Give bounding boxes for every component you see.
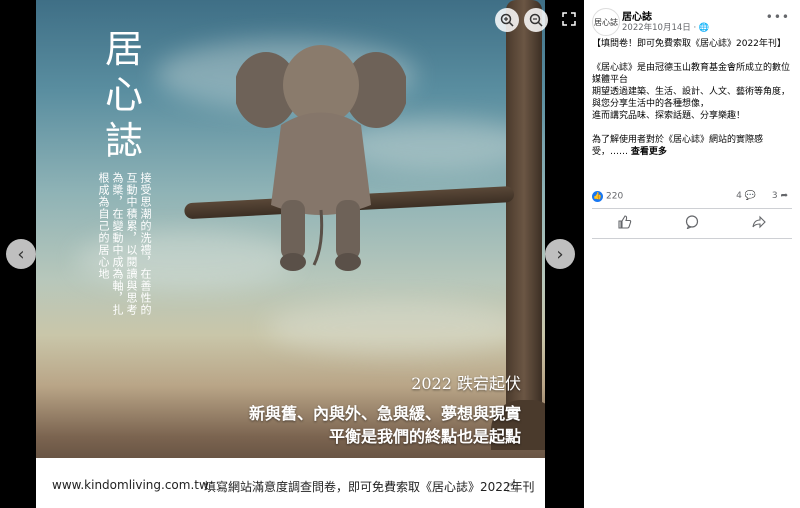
image-footer: www.kindomliving.com.tw 填寫網站滿意度調查問卷，即可免費… — [36, 458, 545, 508]
slogan-year: 2022 跌宕起伏 — [411, 374, 521, 393]
divider — [592, 208, 792, 209]
post-sidebar: 居心誌 居心誌 2022年10月14日 · 🌐 ••• 【填問卷！即可免費索取《… — [584, 0, 800, 508]
share-icon — [752, 215, 766, 229]
share-arrow-icon: ➦ — [780, 191, 788, 201]
divider — [592, 238, 792, 239]
thumbs-up-icon — [618, 215, 632, 229]
next-photo-button[interactable]: › — [545, 239, 575, 269]
magazine-title: 居 心 誌 — [100, 26, 148, 164]
reactions-bar: 👍 220 4 💬 3 ➦ — [592, 191, 792, 205]
slogan-line: 新與舊、內與外、急與緩、夢想與現實 — [248, 404, 521, 423]
elephant-illustration — [236, 45, 406, 271]
zoom-out-button[interactable] — [524, 8, 548, 32]
post-text: 【填問卷！即可免費索取《居心誌》2022年刊】 《居心誌》是由冠德玉山教育基金會… — [592, 38, 792, 170]
title-char: 誌 — [104, 119, 143, 163]
hand-pointer-icon: ☝ — [506, 476, 517, 497]
reactions-count[interactable]: 220 — [606, 192, 623, 202]
post-timestamp[interactable]: 2022年10月14日 · 🌐 — [622, 21, 709, 33]
post-header: 居心誌 居心誌 2022年10月14日 · 🌐 ••• — [584, 0, 800, 36]
shares-count[interactable]: 3 ➦ — [772, 191, 788, 201]
post-paragraph: 【填問卷！即可免費索取《居心誌》2022年刊】 — [592, 39, 786, 49]
survey-text: 填寫網站滿意度調查問卷，即可免費索取《居心誌》2022年刊 — [204, 480, 535, 494]
share-button[interactable] — [752, 215, 766, 233]
post-date: 2022年10月14日 · — [622, 23, 699, 33]
more-options-icon[interactable]: ••• — [766, 10, 790, 24]
photo-viewer: 居 心 誌 接受思潮的洗禮，在善性的互動中積累，以閱讀與思考為槳，在變動中成為軸… — [0, 0, 584, 508]
previous-photo-button[interactable]: ‹ — [6, 239, 36, 269]
expand-icon — [562, 12, 576, 26]
post-paragraph: 為了解使用者對於《居心誌》網站的實際感受，…… 查看更多 — [592, 135, 764, 157]
title-char: 居 — [104, 27, 143, 71]
slogan: 2022 跌宕起伏 新與舊、內與外、急與緩、夢想與現實 平衡是我們的終點也是起點 — [249, 370, 521, 448]
slogan-line: 平衡是我們的終點也是起點 — [328, 427, 521, 446]
title-char: 心 — [104, 73, 143, 117]
post-image[interactable]: 居 心 誌 接受思潮的洗禮，在善性的互動中積累，以閱讀與思考為槳，在變動中成為軸… — [36, 0, 545, 508]
comment-button[interactable] — [685, 215, 699, 233]
magazine-tagline: 接受思潮的洗禮，在善性的互動中積累，以閱讀與思考為槳，在變動中成為軸，扎根成為自… — [97, 172, 152, 316]
expand-button[interactable] — [560, 10, 578, 28]
like-reaction-icon: 👍 — [592, 191, 603, 202]
comment-icon — [685, 215, 699, 230]
like-button[interactable] — [618, 215, 632, 233]
zoom-out-icon — [529, 13, 543, 27]
zoom-in-icon — [500, 13, 514, 27]
chevron-left-icon: ‹ — [17, 243, 25, 265]
comment-bubble-icon: 💬 — [744, 191, 756, 201]
comments-count[interactable]: 4 💬 — [736, 191, 756, 201]
post-paragraph: 《居心誌》是由冠德玉山教育基金會所成立的數位媒體平台 期望透過建築、生活、設計、… — [592, 63, 791, 121]
globe-icon: 🌐 — [698, 23, 710, 33]
see-more-link[interactable]: 查看更多 — [631, 147, 667, 157]
zoom-in-button[interactable] — [495, 8, 519, 32]
page-avatar[interactable]: 居心誌 — [592, 8, 620, 36]
chevron-right-icon: › — [556, 243, 564, 265]
post-actions — [592, 212, 792, 236]
website-url: www.kindomliving.com.tw — [52, 478, 209, 492]
